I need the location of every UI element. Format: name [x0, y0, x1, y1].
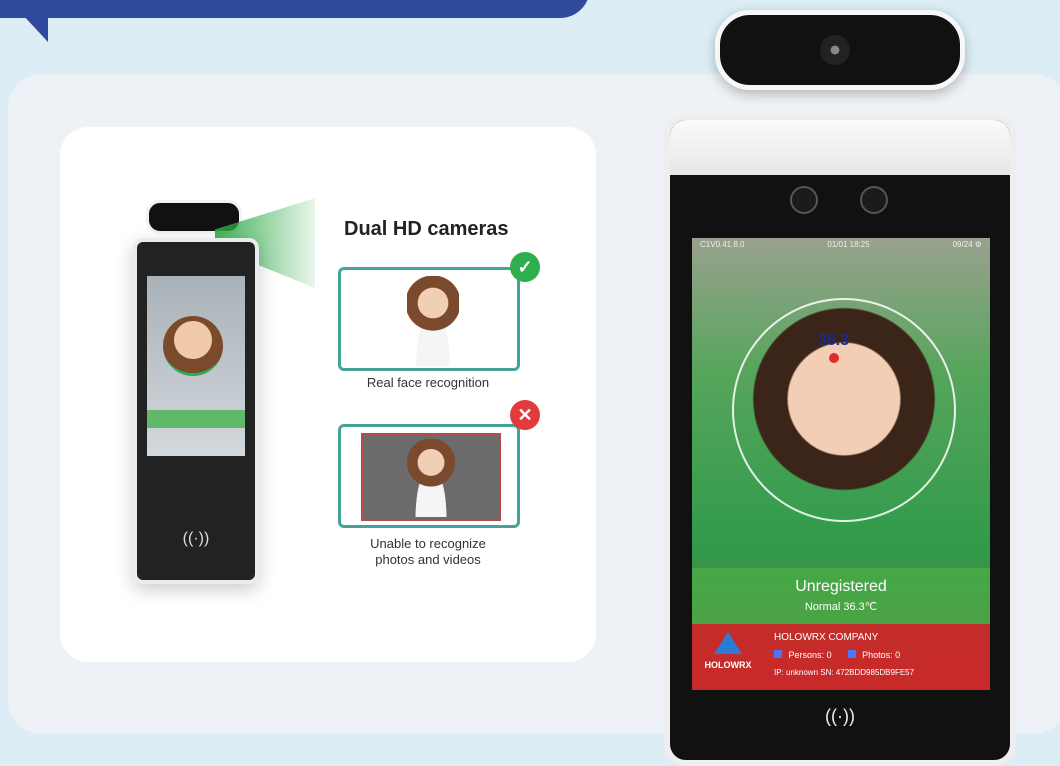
small-device-screen: [147, 276, 245, 456]
photos-label: Photos:: [862, 650, 893, 660]
real-face-box: [338, 267, 520, 371]
holowrx-logo: HOLOWRX: [698, 632, 758, 682]
ip-serial-line: IP: unknown SN: 472BDD985DB9FE57: [774, 668, 915, 677]
persons-value: 0: [826, 650, 832, 660]
recognition-status-panel: Unregistered Normal 36.3℃: [692, 568, 990, 624]
status-mid: 01/01 18:25: [827, 240, 870, 249]
logo-icon: [714, 632, 742, 654]
sensor-icon: [790, 186, 818, 214]
status-left: C1V0.41.8.0: [700, 240, 745, 249]
big-device-camera: [715, 10, 965, 90]
nfc-icon: ((·)): [825, 706, 855, 726]
stats-row: Persons: 0 Photos: 0: [774, 650, 900, 660]
status-detail: Normal 36.3℃: [804, 601, 878, 613]
device-screen: C1V0.41.8.0 01/01 18:25 09/24 ⚙ 36.3 Unr…: [692, 238, 990, 690]
info-panel: HOLOWRX HOLOWRX COMPANY Persons: 0 Photo…: [692, 624, 990, 690]
dual-cameras-title: Dual HD cameras: [344, 218, 509, 240]
photo-caption-line2: photos and videos: [375, 552, 481, 567]
sensor-icon: [860, 186, 888, 214]
banner-tail: [22, 14, 48, 42]
status-title: Unregistered: [795, 578, 887, 595]
real-face-caption: Real face recognition: [366, 375, 490, 390]
logo-text: HOLOWRX: [704, 660, 752, 670]
screen-status-bar: C1V0.41.8.0 01/01 18:25 09/24 ⚙: [692, 238, 990, 254]
company-name: HOLOWRX COMPANY: [774, 632, 879, 643]
small-status-bar: [147, 410, 245, 428]
reject-icon: ✕: [510, 400, 540, 430]
photo-face-box: [338, 424, 520, 528]
top-banner: [0, 0, 590, 18]
check-icon: ✓: [510, 252, 540, 282]
camera-lens-icon: [820, 35, 850, 65]
device-top-bezel: [670, 120, 1010, 175]
photo-face-image: [407, 439, 455, 517]
persons-label: Persons:: [788, 650, 825, 660]
photos-stat: Photos: 0: [847, 650, 901, 660]
persons-icon: [774, 650, 782, 658]
real-face-image: [407, 276, 459, 366]
persons-stat: Persons: 0: [774, 650, 832, 660]
photos-value: 0: [895, 650, 901, 660]
photo-caption: Unable to recognize photos and videos: [328, 536, 528, 568]
photos-icon: [847, 650, 856, 658]
nfc-icon: ((·)): [182, 530, 210, 547]
small-device: ((·)): [133, 238, 259, 584]
temperature-point-icon: [829, 353, 839, 363]
big-device: C1V0.41.8.0 01/01 18:25 09/24 ⚙ 36.3 Unr…: [664, 114, 1016, 766]
status-right: 09/24 ⚙: [952, 240, 982, 249]
photo-caption-line1: Unable to recognize: [370, 536, 486, 551]
photo-frame: [361, 433, 501, 521]
temperature-reading: 36.3: [818, 332, 850, 349]
small-face-image: [163, 316, 223, 376]
